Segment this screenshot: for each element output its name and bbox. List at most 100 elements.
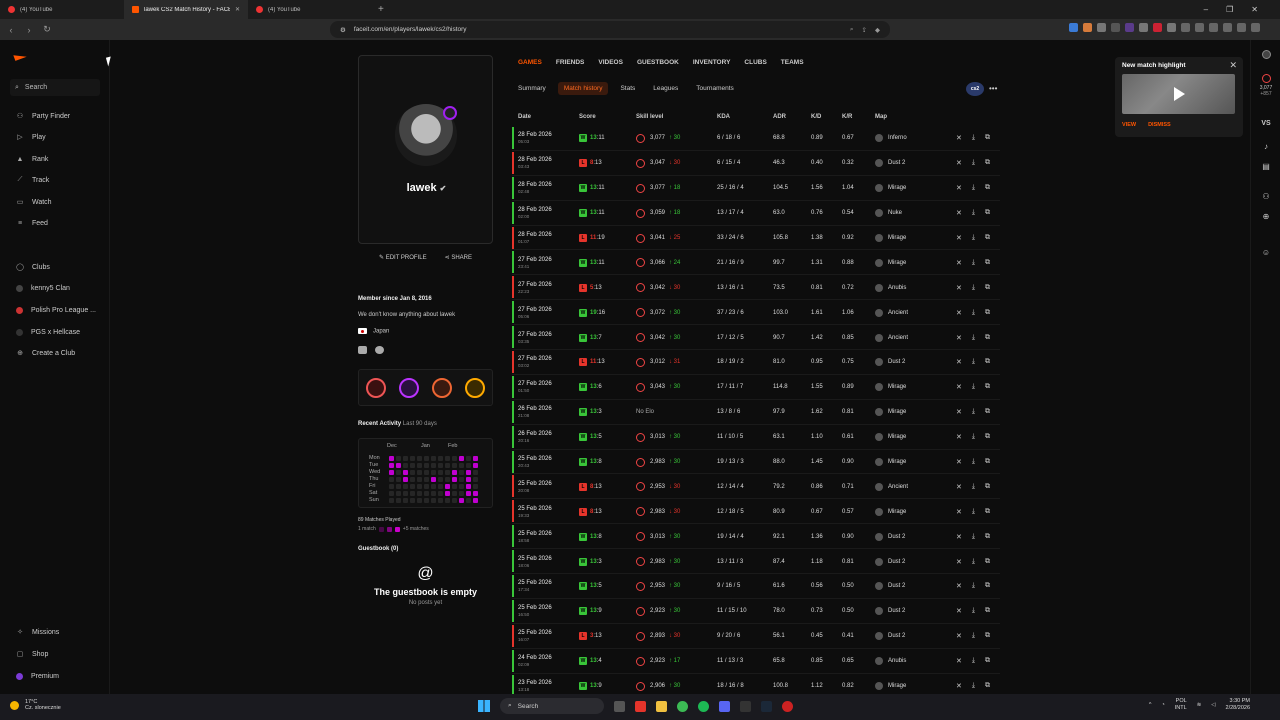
sidebar-item-watch[interactable]: ▭ Watch <box>16 196 52 208</box>
dismiss-button[interactable]: DISMISS <box>1148 122 1171 128</box>
open-external-icon[interactable]: ⧉ <box>985 632 990 640</box>
download-icon[interactable]: ⤓ <box>972 433 975 441</box>
table-row[interactable]: 26 Feb 2026 20:16 W 13:5 3,013 ↑ 30 11 / 10 / … <box>512 425 1000 450</box>
discord-icon[interactable] <box>719 700 730 712</box>
close-icon[interactable]: ✕ <box>956 632 962 640</box>
subtab-summary[interactable]: Summary <box>512 82 552 95</box>
open-external-icon[interactable]: ⧉ <box>985 358 990 366</box>
table-row[interactable]: 25 Feb 2026 20:08 L 8:13 2,953 ↓ 30 12 / 14 / … <box>512 474 1000 500</box>
badge-icon[interactable] <box>432 377 453 398</box>
youtube-icon[interactable] <box>358 346 367 354</box>
game-selector[interactable]: cs2 <box>966 82 984 96</box>
vs-button[interactable]: VS <box>1257 120 1275 127</box>
download-icon[interactable]: ⤓ <box>972 284 975 292</box>
zoom-icon[interactable]: ⌕ <box>850 26 854 34</box>
sidebar-item-premium[interactable]: Premium <box>16 670 59 682</box>
table-row[interactable]: 25 Feb 2026 18:58 W 13:8 3,013 ↑ 30 19 / 14 / … <box>512 524 1000 550</box>
open-external-icon[interactable]: ⧉ <box>985 284 990 292</box>
highlight-thumbnail[interactable] <box>1122 74 1235 114</box>
open-external-icon[interactable]: ⧉ <box>985 259 990 267</box>
table-row[interactable]: 25 Feb 2026 18:06 W 13:3 2,983 ↑ 30 13 / 11 / … <box>512 549 1000 575</box>
browser-tab-youtube-2[interactable]: (4) YouTube <box>248 0 372 19</box>
address-bar[interactable]: ⚙ faceit.com/en/players/lawek/cs2/histor… <box>330 21 890 38</box>
close-icon[interactable]: ✕ <box>956 159 962 167</box>
sidebar-item-party-finder[interactable]: ⚇ Party Finder <box>16 110 70 122</box>
close-icon[interactable]: ✕ <box>956 607 962 615</box>
close-tab-icon[interactable]: ✕ <box>235 6 240 13</box>
open-external-icon[interactable]: ⧉ <box>985 184 990 192</box>
download-icon[interactable]: ⤓ <box>972 209 975 217</box>
vpn-icon[interactable] <box>1237 23 1246 32</box>
close-icon[interactable]: ✕ <box>1229 60 1237 71</box>
table-row[interactable]: 24 Feb 2026 02:09 W 13:4 2,923 ↑ 17 11 / 13 / … <box>512 649 1000 674</box>
table-row[interactable]: 27 Feb 2026 03:02 L 11:13 3,012 ↓ 31 18 / 19 /… <box>512 350 1000 375</box>
extension-icon[interactable] <box>1181 23 1190 32</box>
table-row[interactable]: 27 Feb 2026 22:23 L 5:13 3,042 ↓ 30 13 / 16 / … <box>512 275 1000 301</box>
maximize-button[interactable]: ❐ <box>1226 5 1233 14</box>
open-external-icon[interactable]: ⧉ <box>985 682 990 690</box>
chevron-up-icon[interactable]: ^ <box>1149 702 1152 708</box>
weather-widget[interactable]: 17°C Cz. slonecznie <box>10 699 61 711</box>
table-row[interactable]: 27 Feb 2026 03:35 W 13:7 3,042 ↑ 30 17 / 12 / … <box>512 325 1000 351</box>
badge-icon[interactable] <box>398 377 419 398</box>
download-icon[interactable]: ⤓ <box>972 508 975 516</box>
table-row[interactable]: 27 Feb 2026 01:50 W 13:6 3,043 ↑ 30 17 / 11 / … <box>512 375 1000 400</box>
close-icon[interactable]: ✕ <box>956 582 962 590</box>
close-icon[interactable]: ✕ <box>956 533 962 541</box>
tab-teams[interactable]: TEAMS <box>781 59 804 66</box>
download-icon[interactable]: ⤓ <box>972 159 975 167</box>
close-icon[interactable]: ✕ <box>956 433 962 441</box>
close-icon[interactable]: ✕ <box>956 558 962 566</box>
chrome-icon[interactable] <box>677 700 688 712</box>
close-icon[interactable]: ✕ <box>956 408 962 416</box>
subtab-tournaments[interactable]: Tournaments <box>690 82 740 95</box>
close-icon[interactable]: ✕ <box>956 209 962 217</box>
subtab-stats[interactable]: Stats <box>614 82 641 95</box>
open-external-icon[interactable]: ⧉ <box>985 309 990 317</box>
close-icon[interactable]: ✕ <box>956 184 962 192</box>
extension-icon[interactable] <box>1111 23 1120 32</box>
extension-icon[interactable] <box>1139 23 1148 32</box>
open-external-icon[interactable]: ⧉ <box>985 134 990 142</box>
extensions-menu-icon[interactable] <box>1195 23 1204 32</box>
network-icon[interactable]: ◔ <box>1161 702 1164 708</box>
sidebar-item-play[interactable]: ▷ Play <box>16 131 45 143</box>
faceit-logo-icon[interactable] <box>13 51 27 61</box>
table-row[interactable]: 27 Feb 2026 23:41 W 13:11 3,066 ↑ 24 21 / 16 /… <box>512 250 1000 276</box>
open-external-icon[interactable]: ⧉ <box>985 334 990 342</box>
close-icon[interactable]: ✕ <box>956 682 962 690</box>
open-external-icon[interactable]: ⧉ <box>985 483 990 491</box>
sidebar-item-shop[interactable]: ▢ Shop <box>16 648 49 660</box>
browser-tab-faceit[interactable]: lawek CS2 Match History - FACEIT ✕ <box>124 0 248 19</box>
sidebar-toggle-icon[interactable] <box>1209 23 1218 32</box>
friends-icon[interactable]: ☺ <box>1257 248 1275 257</box>
bell-icon[interactable]: ♪ <box>1257 142 1275 151</box>
tab-videos[interactable]: VIDEOS <box>598 59 623 66</box>
extension-icon[interactable] <box>1097 23 1106 32</box>
download-icon[interactable]: ⤓ <box>972 408 975 416</box>
task-view-icon[interactable] <box>614 700 625 712</box>
sidebar-item-feed[interactable]: ≡ Feed <box>16 217 48 229</box>
sidebar-item-missions[interactable]: ✧ Missions <box>16 626 59 638</box>
close-icon[interactable]: ✕ <box>956 383 962 391</box>
table-row[interactable]: 27 Feb 2026 05:06 W 19:16 3,072 ↑ 30 37 / 23 /… <box>512 300 1000 326</box>
open-external-icon[interactable]: ⧉ <box>985 408 990 416</box>
sidebar-search[interactable]: ⌕ Search <box>10 79 100 96</box>
table-row[interactable]: 25 Feb 2026 16:07 L 3:13 2,893 ↓ 30 9 / 20 / 6… <box>512 624 1000 649</box>
download-icon[interactable]: ⤓ <box>972 334 975 342</box>
steam-icon[interactable] <box>761 700 772 712</box>
tab-clubs[interactable]: CLUBS <box>744 59 766 66</box>
badge-icon[interactable] <box>465 377 486 398</box>
file-explorer-icon[interactable] <box>656 700 667 712</box>
brave-shield-icon[interactable]: ◆ <box>875 26 880 34</box>
more-options-icon[interactable]: ••• <box>989 84 997 93</box>
open-external-icon[interactable]: ⧉ <box>985 433 990 441</box>
table-row[interactable]: 28 Feb 2026 02:00 W 13:11 3,059 ↑ 18 13 / 17 /… <box>512 201 1000 226</box>
download-icon[interactable]: ⤓ <box>972 558 975 566</box>
sidebar-item-clubs[interactable]: ◯ Clubs <box>16 261 50 273</box>
subtab-leagues[interactable]: Leagues <box>647 82 684 95</box>
table-row[interactable]: 25 Feb 2026 17:34 W 13:5 2,953 ↑ 30 9 / 16 / 5… <box>512 574 1000 599</box>
download-icon[interactable]: ⤓ <box>972 234 975 242</box>
sidebar-club-kenny5[interactable]: kenny5 Clan <box>16 282 70 294</box>
play-icon[interactable] <box>1174 87 1185 101</box>
